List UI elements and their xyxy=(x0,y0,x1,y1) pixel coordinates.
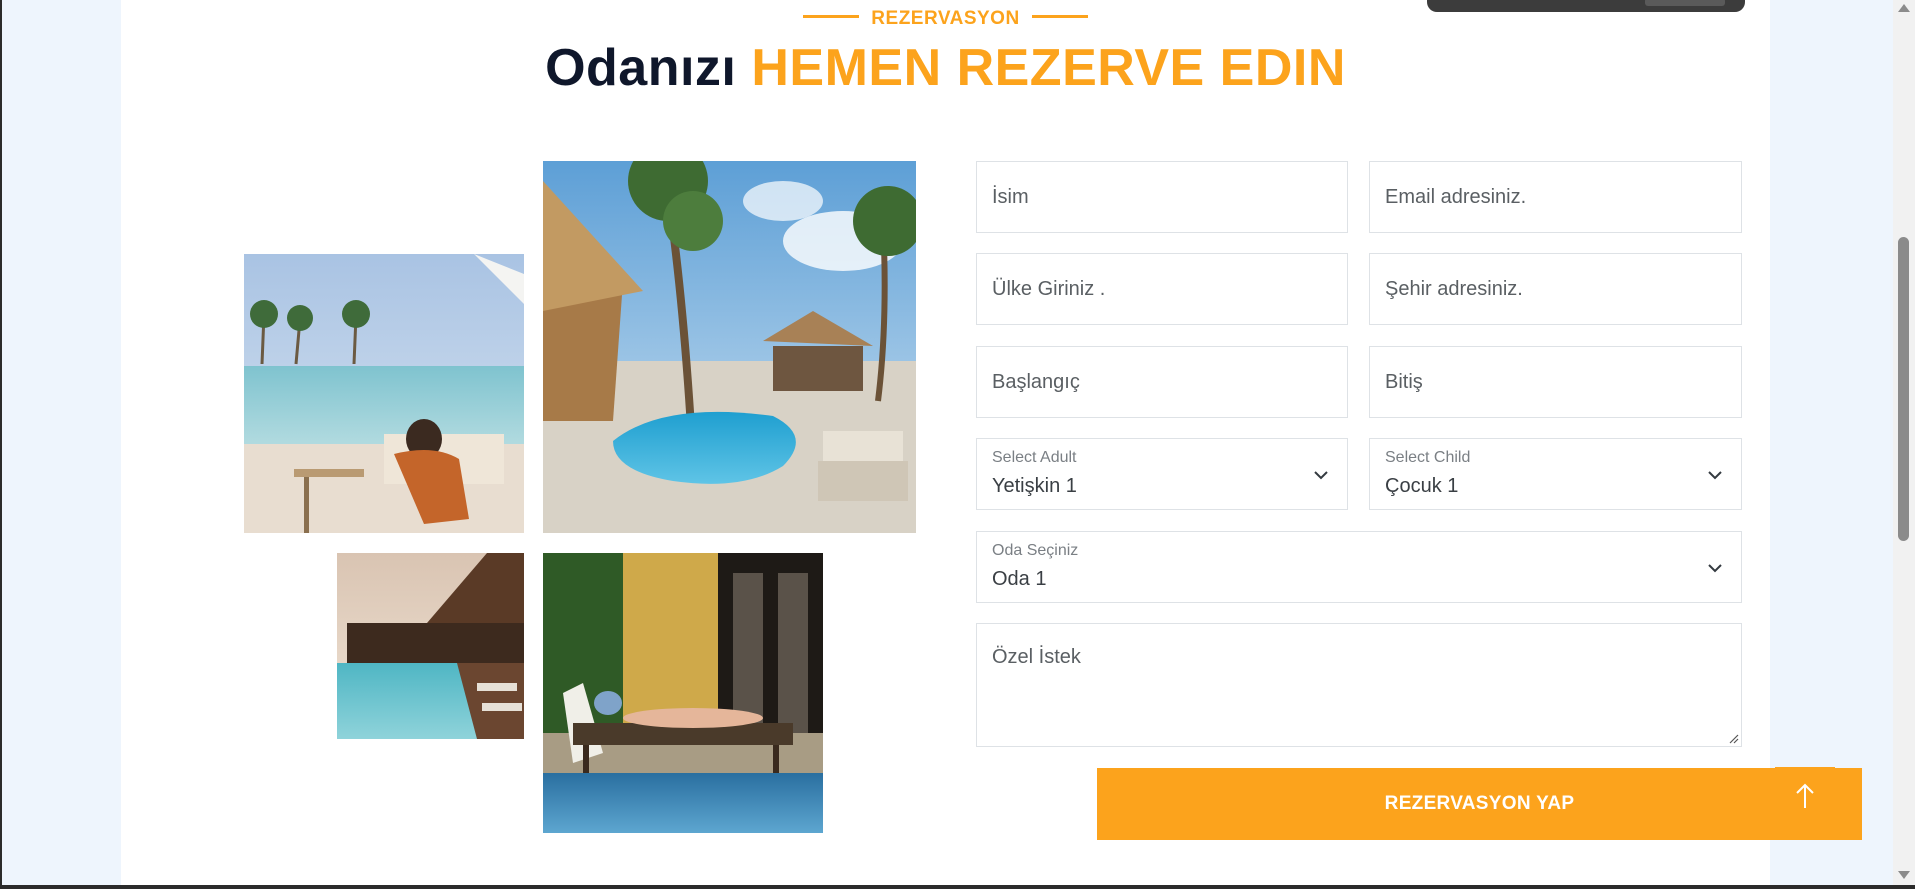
title-highlight: HEMEN REZERVE EDIN xyxy=(751,39,1346,97)
scroll-up-arrow-icon[interactable] xyxy=(1898,4,1910,12)
resize-grip-icon[interactable] xyxy=(1727,732,1739,744)
name-field[interactable]: İsim xyxy=(976,161,1348,233)
scroll-down-arrow-icon[interactable] xyxy=(1898,871,1910,879)
country-field[interactable]: Ülke Giriniz . xyxy=(976,253,1348,325)
start-date-field[interactable]: Başlangıç xyxy=(976,346,1348,418)
pool-lounge-photo xyxy=(244,254,524,533)
arrow-up-icon xyxy=(1796,783,1814,808)
back-to-top-button[interactable] xyxy=(1775,767,1835,827)
tropical-resort-photo xyxy=(543,161,916,533)
email-field[interactable]: Email adresiniz. xyxy=(1369,161,1742,233)
special-request-placeholder: Özel İstek xyxy=(992,646,1081,668)
reservation-submit-button[interactable]: REZERVASYON YAP xyxy=(1097,768,1862,840)
room-select-label: Oda Seçiniz xyxy=(992,542,1079,559)
scrollbar-thumb[interactable] xyxy=(1898,237,1909,541)
window-frame-bottom xyxy=(0,885,1915,889)
child-select-label: Select Child xyxy=(1385,449,1471,466)
eyebrow-text: REZERVASYON xyxy=(871,8,1020,29)
title-part1: Odanızı xyxy=(545,39,737,97)
page-scrollbar[interactable] xyxy=(1893,0,1915,885)
child-select-value: Çocuk 1 xyxy=(1385,475,1459,497)
window-frame-left xyxy=(0,0,2,889)
name-placeholder: İsim xyxy=(992,186,1029,208)
eyebrow-line-right xyxy=(1031,15,1088,19)
popup-button[interactable] xyxy=(1645,0,1725,6)
adult-select-label: Select Adult xyxy=(992,449,1077,466)
email-placeholder: Email adresiniz. xyxy=(1385,186,1527,208)
child-select[interactable]: Select Child Çocuk 1 xyxy=(1369,438,1742,510)
end-date-placeholder: Bitiş xyxy=(1385,371,1423,393)
chevron-down-icon xyxy=(1708,471,1722,480)
section-title: Odanızı HEMEN REZERVE EDIN xyxy=(121,38,1770,98)
waterfront-lodge-photo xyxy=(337,553,524,739)
city-placeholder: Şehir adresiniz. xyxy=(1385,278,1523,300)
city-field[interactable]: Şehir adresiniz. xyxy=(1369,253,1742,325)
chevron-down-icon xyxy=(1708,564,1722,573)
chevron-down-icon xyxy=(1314,471,1328,480)
adult-select[interactable]: Select Adult Yetişkin 1 xyxy=(976,438,1348,510)
eyebrow-line-left xyxy=(803,15,860,19)
overlay-popup xyxy=(1427,0,1745,12)
country-placeholder: Ülke Giriniz . xyxy=(992,278,1106,300)
sunbathing-poolside-photo xyxy=(543,553,823,833)
room-select-value: Oda 1 xyxy=(992,568,1047,590)
adult-select-value: Yetişkin 1 xyxy=(992,475,1077,497)
booking-section: REZERVASYON Odanızı HEMEN REZERVE EDIN İ… xyxy=(121,0,1862,885)
room-select[interactable]: Oda Seçiniz Oda 1 xyxy=(976,531,1742,603)
special-request-textarea[interactable]: Özel İstek xyxy=(976,623,1742,747)
start-date-placeholder: Başlangıç xyxy=(992,371,1080,393)
end-date-field[interactable]: Bitiş xyxy=(1369,346,1742,418)
